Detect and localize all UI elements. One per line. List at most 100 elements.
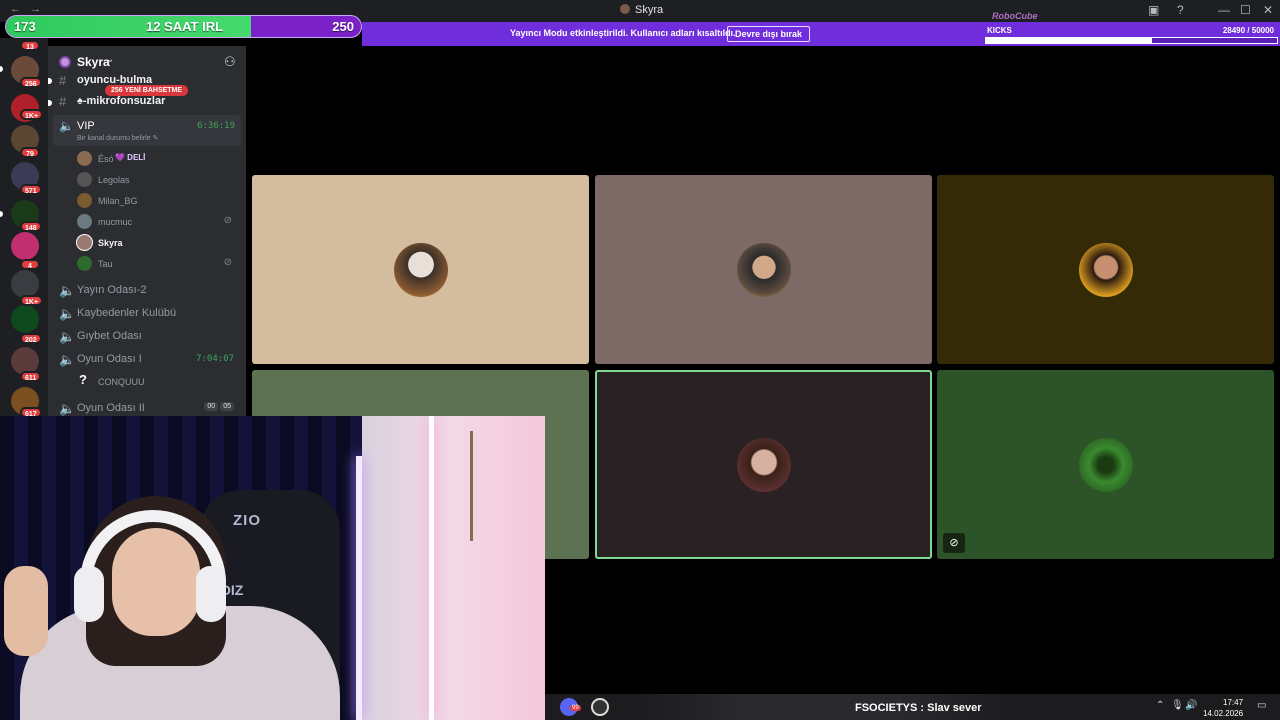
obs-app-icon[interactable] [591,698,609,716]
neon-light [429,416,434,720]
mention-badge: 1K+ [20,295,44,306]
speaker-icon: 🔈 [59,119,74,133]
voice-member[interactable]: Ésó 💜 DELİ [77,149,242,168]
avatar [77,214,92,229]
streamer-hand [4,566,48,656]
avatar [77,256,92,271]
avatar [77,235,92,250]
server-name: Skyra [77,55,110,69]
help-icon[interactable]: ? [1177,3,1184,17]
avatar [77,151,92,166]
disable-streamer-mode-button[interactable]: Devre dışı bırak [727,26,811,42]
chevron-up-icon[interactable]: ⌃ [1156,700,1164,711]
video-tile[interactable] [252,175,589,364]
ticker-text: FSOCIETYS : Slav sever [855,702,982,714]
deafened-icon: ⊘ [223,257,232,268]
system-clock[interactable]: 17:47 14.02.2026 [1203,697,1243,719]
mention-badge: 256 [20,77,42,88]
irl-goal-bar: 173 12 SAAT IRL 250 [5,15,362,38]
new-mentions-pill[interactable]: 256 YENİ BAHSETME [105,85,189,96]
server-icon[interactable] [11,232,39,260]
unread-indicator [0,66,3,72]
voice-channel[interactable]: 🔈 Oyun Odası I 7:04:07 [52,350,242,370]
inbox-icon[interactable]: ▣ [1148,3,1159,17]
screen: ← → Skyra ▣ ? — ☐ ✕ RoboCube 173 12 SAAT… [0,0,1280,720]
video-tile[interactable] [937,175,1274,364]
microphone-icon[interactable]: 🎙 [1171,700,1184,711]
voice-channel-vip[interactable]: 🔈 VIP Bir kanal durumu belirle ✎ 6:36:19 [53,115,241,146]
avatar [77,172,92,187]
minimize-icon[interactable]: — [1218,3,1230,17]
server-icon[interactable] [11,270,39,298]
channel-timer: 7:04:07 [196,354,234,364]
voice-member[interactable]: mucmuc ⊘ [77,212,242,231]
channel-sidebar: Skyra ⌄ ⚇ # oyuncu-bulma # ♠-mikrofonsuz… [48,46,246,418]
speaker-icon: 🔈 [59,401,76,416]
unread-indicator [0,211,3,217]
channel-name: VIP [77,120,95,132]
background-wall [362,416,545,720]
voice-member[interactable]: Milan_BG [77,191,242,210]
server-icon[interactable] [11,305,39,333]
irl-goal-title: 12 SAAT IRL [146,19,224,34]
add-friend-icon[interactable]: ⚇ [224,54,236,70]
headphone-cup [196,566,226,622]
video-tile[interactable] [595,175,932,364]
notice-text: Yayıncı Modu etkinleştirildi. Kullanıcı … [510,28,736,38]
avatar [736,242,791,297]
mention-badge: 1K+ [20,109,44,120]
pencil-icon: ✎ [152,135,159,142]
kicks-goal: KICKS 28490 / 50000 [985,26,1278,46]
mention-badge: 611 [20,371,42,382]
chair-logo: ZIO [233,512,261,529]
wall-art [470,431,473,541]
notification-badge: 99 [570,705,581,711]
avatar [1078,242,1133,297]
member-tag: 💜 DELİ [115,153,146,162]
voice-member-self[interactable]: Skyra [77,233,242,252]
speaker-icon: 🔈 [59,329,76,344]
avatar [77,193,92,208]
volume-icon[interactable]: 🔊 [1185,700,1197,711]
irl-goal-current: 173 [14,19,36,34]
mention-badge: 79 [20,147,40,158]
forward-arrow-icon[interactable]: → [30,3,41,15]
mention-badge: 13 [20,40,40,51]
server-rail: 13 256 1K+ 79 571 148 4 1K+ 202 611 617 [0,38,48,418]
speaker-icon: 🔈 [59,306,76,321]
taskbar: 99 FSOCIETYS : Slav sever ⌃ 🎙 🔊 17:47 14… [545,694,1280,720]
deafened-icon: ⊘ [223,215,232,226]
hash-icon: # [59,73,67,88]
voice-channel[interactable]: 🔈 Kaybedenler Kulübü [52,304,242,324]
mention-badge: 148 [20,221,42,232]
chevron-down-icon: ⌄ [106,54,115,65]
voice-channel[interactable]: 🔈 Gıybet Odası [52,327,242,347]
voice-member[interactable]: ? CONQUUU [77,372,242,391]
mention-badge: 202 [20,333,42,344]
avatar [393,242,448,297]
server-icon [59,56,71,68]
channel-status[interactable]: Bir kanal durumu belirle ✎ [77,134,158,142]
avatar [736,437,791,492]
notifications-icon[interactable]: ▭ [1257,700,1266,711]
irl-goal-target: 250 [332,19,354,34]
chat-ticker: FSOCIETYS : Slav sever [637,694,1007,720]
voice-channel[interactable]: 🔈 Yayın Odası-2 [52,281,242,301]
kicks-value: 28490 / 50000 [1222,26,1274,35]
back-arrow-icon[interactable]: ← [10,3,21,15]
headphone-cup [74,566,104,622]
server-icon [620,4,630,14]
video-tile[interactable]: ⊘ [937,370,1274,559]
maximize-icon[interactable]: ☐ [1240,3,1251,17]
mention-badge: 4 [20,259,40,270]
close-icon[interactable]: ✕ [1263,3,1273,17]
channel-timer: 6:36:19 [197,121,235,131]
kicks-track [985,37,1278,44]
video-tile-speaking[interactable] [595,370,932,559]
mention-badge: 571 [20,184,42,195]
muted-mic-icon: ⊘ [943,533,965,553]
voice-member[interactable]: Legolas [77,170,242,189]
voice-member[interactable]: Tau ⊘ [77,254,242,273]
avatar [1078,437,1133,492]
window-title: Skyra [620,4,663,16]
